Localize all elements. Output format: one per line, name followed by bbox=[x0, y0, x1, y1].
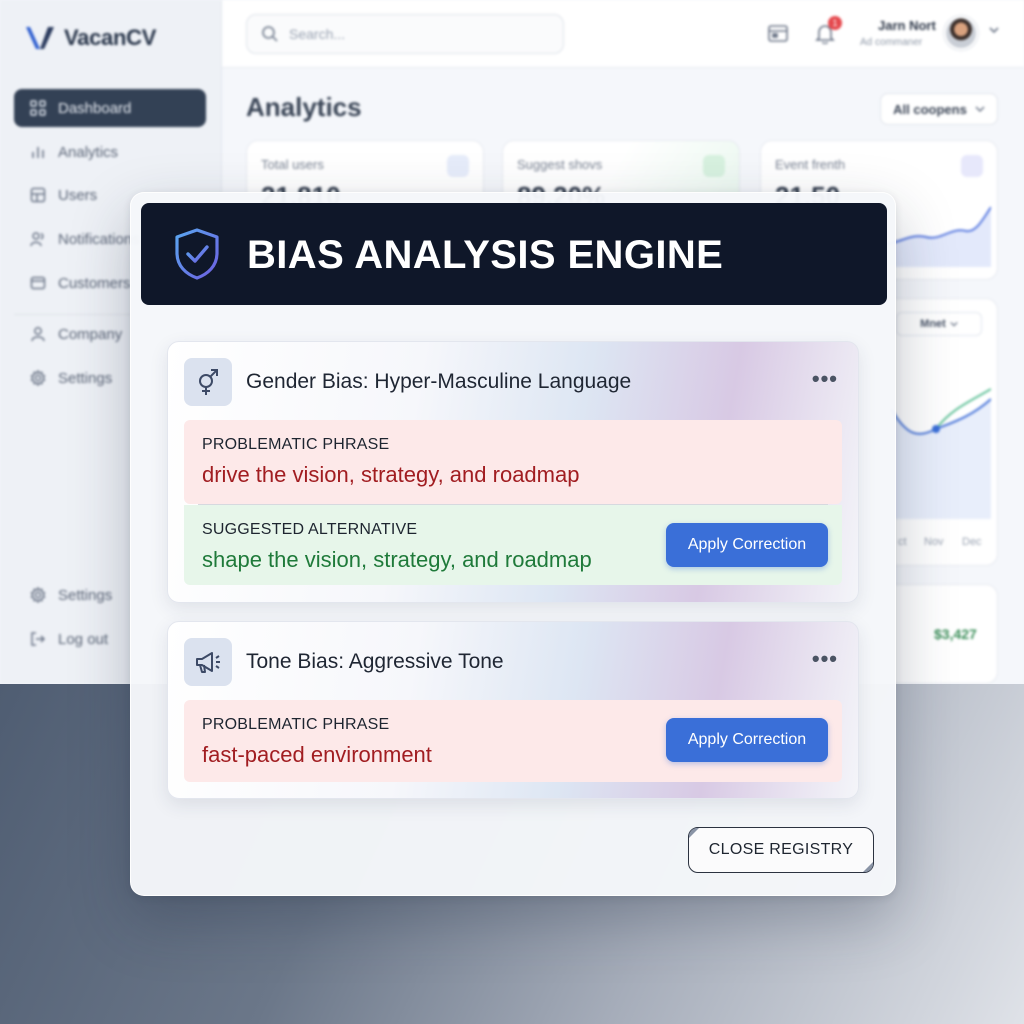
corner-accent bbox=[863, 862, 873, 872]
apply-correction-button[interactable]: Apply Correction bbox=[666, 718, 828, 762]
problem-text: drive the vision, strategy, and roadmap bbox=[202, 462, 580, 487]
grid-icon bbox=[30, 100, 46, 116]
stat-label: Total users bbox=[261, 157, 324, 172]
sidebar-item-label: Company bbox=[58, 325, 123, 343]
chevron-down-icon bbox=[950, 321, 958, 327]
calendar-icon[interactable] bbox=[767, 22, 789, 44]
sidebar-item-label: Log out bbox=[58, 630, 109, 648]
folder-icon bbox=[30, 276, 46, 290]
stat-label: Suggest shovs bbox=[517, 157, 603, 172]
axis-label: Nov bbox=[924, 536, 944, 548]
revenue-value: $3,427 bbox=[934, 626, 977, 642]
trend-chart bbox=[891, 388, 991, 519]
gender-symbol-icon bbox=[199, 369, 218, 395]
sidebar-item-label: Dashboard bbox=[58, 99, 132, 117]
shield-check-icon bbox=[175, 228, 219, 280]
bar-chart-icon bbox=[447, 155, 469, 177]
problematic-phrase-box: PROBLEMATIC PHRASE drive the vision, str… bbox=[184, 420, 842, 504]
modal-title: BIAS ANALYSIS ENGINE bbox=[247, 233, 724, 277]
sidebar-item-label: Notifications bbox=[58, 230, 140, 248]
problem-label: PROBLEMATIC PHRASE bbox=[202, 436, 390, 453]
bar-chart-icon bbox=[32, 147, 44, 158]
people-icon bbox=[30, 232, 44, 247]
person-icon bbox=[31, 327, 45, 342]
chart-filter-label: Mnet bbox=[920, 318, 946, 330]
filter-label: All coopens bbox=[893, 101, 967, 117]
issue-title: Gender Bias: Hyper-Masculine Language bbox=[246, 370, 632, 393]
issue-icon-box bbox=[184, 358, 232, 406]
axis-label: Dec bbox=[962, 536, 982, 548]
app-logo[interactable]: VacanCV bbox=[24, 24, 156, 52]
user-name: Jarn Nort bbox=[878, 18, 936, 33]
issue-title: Tone Bias: Aggressive Tone bbox=[246, 650, 504, 673]
chevron-down-icon[interactable] bbox=[988, 24, 1000, 36]
issue-card-tone-bias: Tone Bias: Aggressive Tone ••• PROBLEMAT… bbox=[167, 621, 859, 799]
stat-label: Event frenth bbox=[775, 157, 846, 172]
topbar: Search... 1 Jarn Nort Ad commaner bbox=[222, 0, 1024, 68]
search-placeholder: Search... bbox=[289, 26, 346, 42]
close-registry-button[interactable]: CLOSE REGISTRY bbox=[688, 827, 874, 873]
alternative-label: SUGGESTED ALTERNATIVE bbox=[202, 521, 418, 538]
axis-label: ct bbox=[898, 536, 907, 548]
more-options-icon[interactable]: ••• bbox=[812, 646, 838, 672]
logo-icon bbox=[26, 27, 54, 49]
issue-card-gender-bias: Gender Bias: Hyper-Masculine Language ••… bbox=[167, 341, 859, 603]
chart-filter-dropdown[interactable]: Mnet bbox=[896, 312, 982, 336]
search-icon bbox=[262, 26, 278, 42]
notification-badge: 1 bbox=[828, 16, 842, 30]
sidebar-item-label: Analytics bbox=[58, 143, 119, 161]
page-title: Analytics bbox=[246, 92, 362, 122]
app-name: VacanCV bbox=[64, 25, 157, 50]
sidebar-item-dashboard[interactable]: Dashboard bbox=[14, 89, 206, 127]
filter-dropdown[interactable]: All coopens bbox=[880, 93, 998, 125]
sidebar-item-analytics[interactable]: Analytics bbox=[14, 133, 206, 171]
user-role: Ad commaner bbox=[860, 37, 923, 48]
sparkline bbox=[881, 206, 991, 267]
modal-header: BIAS ANALYSIS ENGINE bbox=[141, 203, 887, 305]
problem-label: PROBLEMATIC PHRASE bbox=[202, 716, 390, 733]
avatar[interactable] bbox=[944, 16, 978, 50]
gear-icon bbox=[30, 370, 46, 386]
close-registry-label: CLOSE REGISTRY bbox=[708, 841, 854, 858]
search-input[interactable]: Search... bbox=[246, 14, 564, 54]
corner-accent bbox=[689, 828, 699, 838]
megaphone-icon bbox=[196, 652, 220, 673]
sidebar-item-label: Settings bbox=[58, 369, 113, 387]
issue-icon-box bbox=[184, 638, 232, 686]
sidebar-item-label: Users bbox=[58, 186, 98, 204]
logout-icon bbox=[31, 632, 46, 646]
apply-correction-button[interactable]: Apply Correction bbox=[666, 523, 828, 567]
bar-chart-icon bbox=[961, 155, 983, 177]
trend-up-icon bbox=[703, 155, 725, 177]
chevron-down-icon bbox=[975, 106, 985, 113]
bias-analysis-modal: BIAS ANALYSIS ENGINE Gender Bias: Hyper-… bbox=[130, 192, 896, 896]
users-table-icon bbox=[30, 187, 46, 203]
alternative-text: shape the vision, strategy, and roadmap bbox=[202, 547, 592, 572]
sidebar-item-label: Customers bbox=[58, 274, 131, 292]
problem-text: fast-paced environment bbox=[202, 742, 432, 767]
sidebar-item-label: Settings bbox=[58, 586, 113, 604]
gear-icon bbox=[30, 587, 46, 603]
more-options-icon[interactable]: ••• bbox=[812, 366, 838, 392]
